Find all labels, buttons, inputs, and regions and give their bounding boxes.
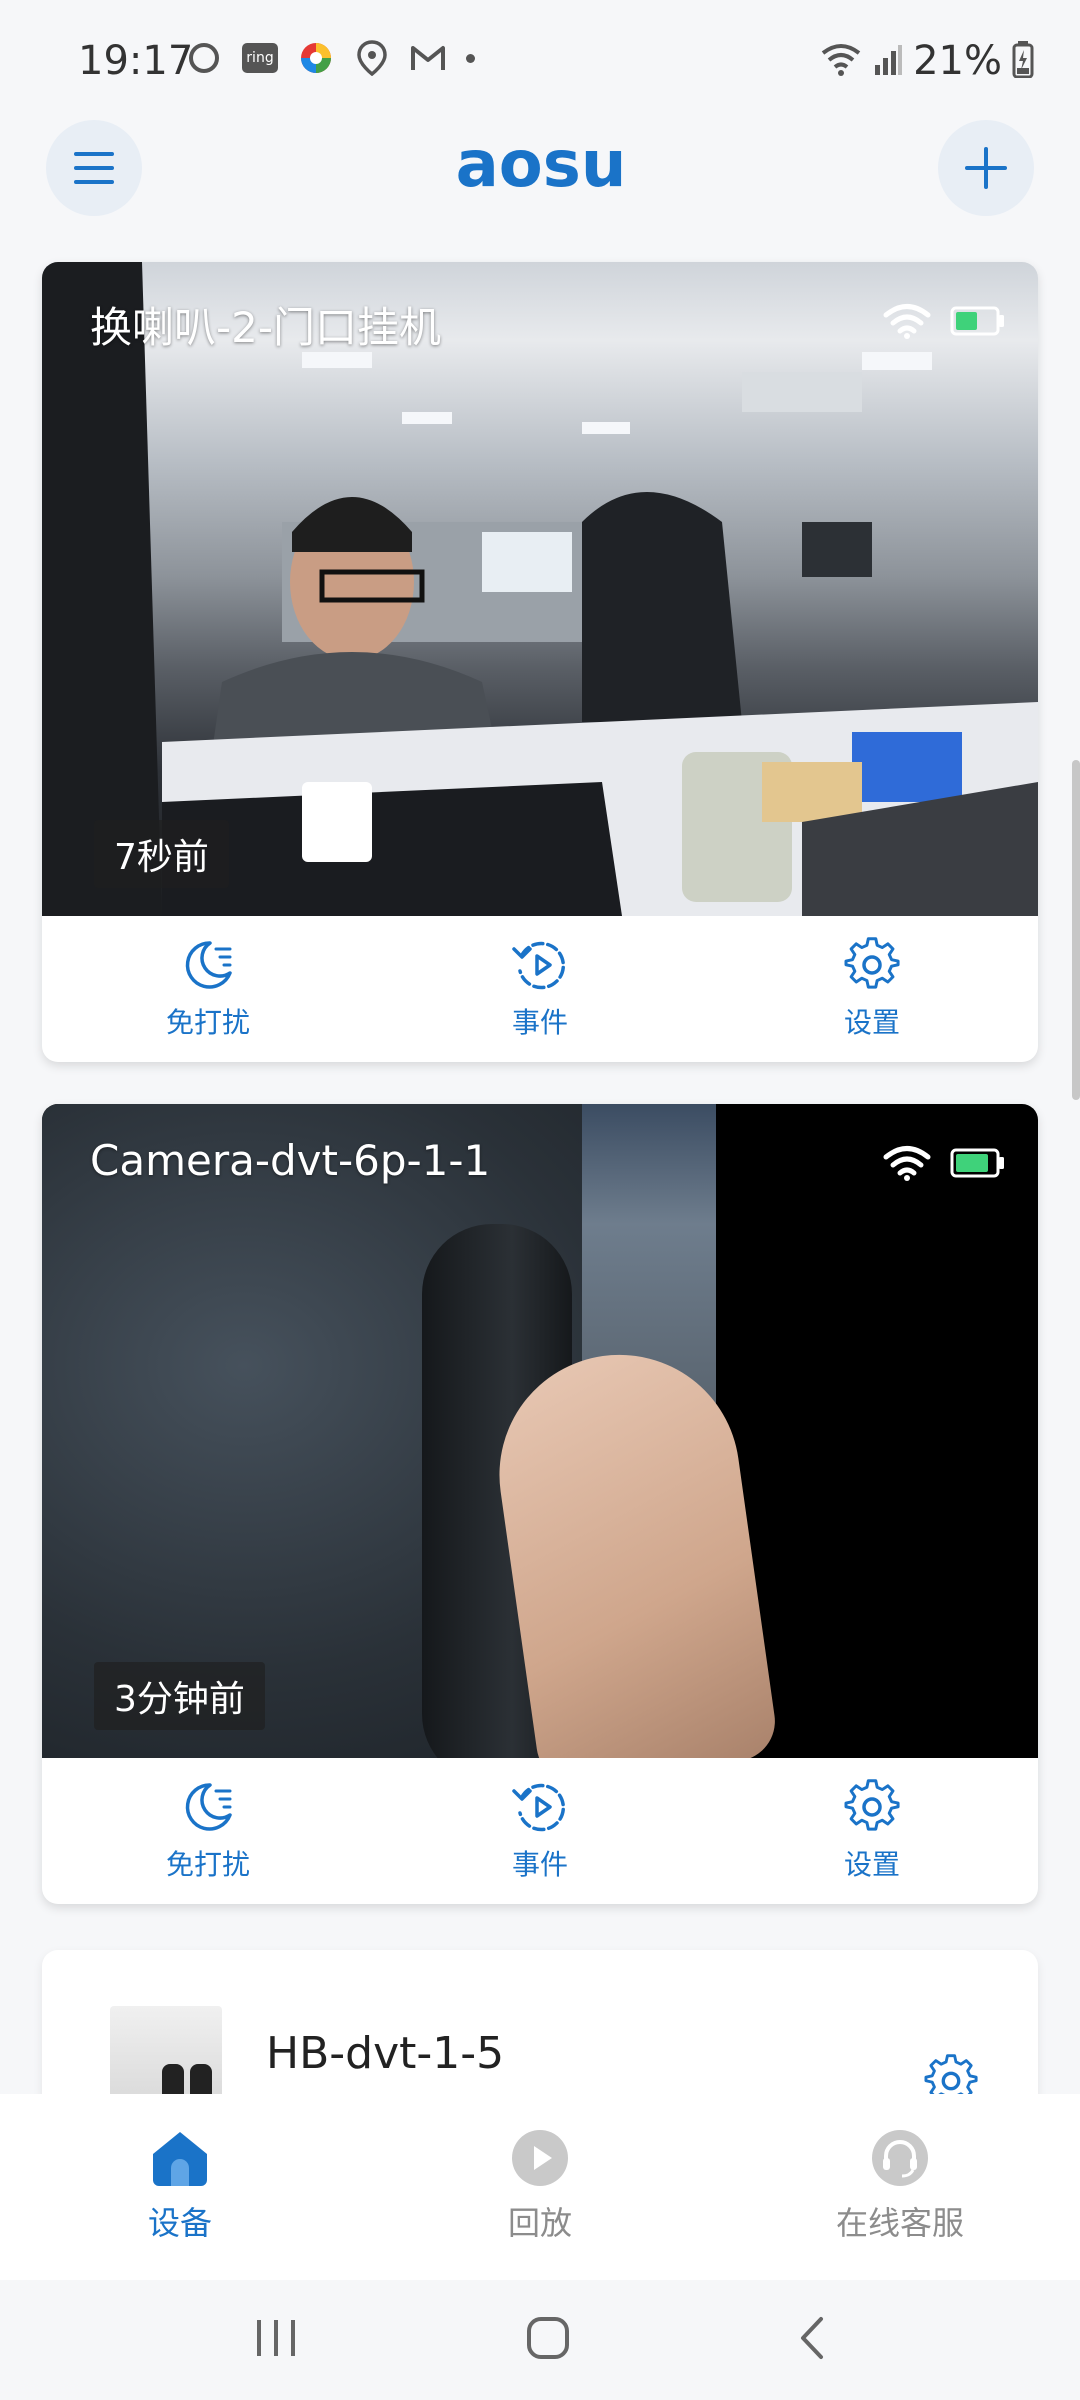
camera-card: 换喇叭-2-门口挂机 7秒前 免打扰 事件 设置 [42, 262, 1038, 1062]
nav-support-tab[interactable]: 在线客服 [720, 2094, 1080, 2280]
do-not-disturb-button[interactable]: 免打扰 [42, 1758, 374, 1904]
action-label: 免打扰 [165, 1848, 250, 1881]
moon-icon [185, 1783, 232, 1831]
status-bar: 19:17 ring 21% [0, 0, 1080, 110]
plus-icon [965, 147, 1007, 189]
moon-icon [185, 941, 232, 989]
do-not-disturb-button[interactable]: 免打扰 [42, 916, 374, 1062]
more-notifications-dot [466, 53, 475, 63]
headset-icon [872, 2130, 928, 2186]
nav-label: 回放 [507, 2204, 572, 2242]
nav-playback-tab[interactable]: 回放 [360, 2094, 720, 2280]
circle-app-icon [186, 40, 222, 76]
play-icon [512, 2130, 568, 2186]
gmail-icon [410, 40, 446, 76]
camera-battery-icon [950, 1148, 1004, 1178]
camera-name: Camera-dvt-6p-1-1 [90, 1136, 491, 1185]
action-label: 设置 [843, 1006, 900, 1039]
camera-name: 换喇叭-2-门口挂机 [90, 303, 442, 352]
back-button[interactable] [797, 2315, 827, 2365]
camera-status-icons [882, 1144, 1006, 1182]
camera-status-icons [882, 302, 1006, 340]
camera-preview[interactable]: 换喇叭-2-门口挂机 7秒前 [42, 262, 1038, 916]
scrollbar[interactable] [1072, 760, 1080, 1100]
events-button[interactable]: 事件 [374, 916, 706, 1062]
battery-charging-icon [1012, 40, 1034, 82]
screen: 19:17 ring 21% aosu 换喇叭-2-门口挂机 7秒前 免打扰 事… [0, 0, 1080, 2400]
wifi-icon [883, 304, 931, 339]
ring-app-icon: ring [242, 43, 278, 73]
hamburger-icon [74, 152, 114, 184]
event-playback-icon [512, 941, 566, 990]
action-label: 免打扰 [165, 1006, 250, 1039]
system-navigation-bar [0, 2280, 1080, 2400]
back-arrow-icon [801, 2317, 823, 2359]
battery-percent: 21% [913, 38, 1002, 84]
settings-button[interactable]: 设置 [706, 916, 1038, 1062]
signal-icon [873, 43, 903, 79]
hub-name: HB-dvt-1-5 [266, 2028, 505, 2079]
app-header: aosu [0, 110, 1080, 260]
bottom-navigation: 设备 回放 在线客服 [0, 2094, 1080, 2280]
location-pin-icon [354, 40, 390, 76]
nav-label: 设备 [147, 2204, 212, 2242]
office-scene-image [42, 262, 1038, 916]
wifi-status-icon [819, 41, 863, 81]
action-label: 事件 [511, 1848, 568, 1881]
nav-devices-tab[interactable]: 设备 [0, 2094, 360, 2280]
gear-icon [844, 937, 900, 989]
add-device-button[interactable] [938, 120, 1034, 216]
settings-button[interactable]: 设置 [706, 1758, 1038, 1904]
home-button[interactable] [525, 2315, 571, 2365]
action-label: 设置 [843, 1848, 900, 1881]
camera-battery-icon [950, 306, 1004, 336]
recent-apps-button[interactable] [253, 2318, 299, 2362]
home-circle-icon [527, 2317, 569, 2359]
events-button[interactable]: 事件 [374, 1758, 706, 1904]
last-snapshot-time: 3分钟前 [94, 1662, 265, 1730]
logo-text: aosu [456, 130, 627, 200]
hub-card[interactable]: HB-dvt-1-5 [42, 1950, 1038, 2110]
camera-action-bar: 免打扰 事件 设置 [42, 1758, 1038, 1904]
aosu-logo: aosu [456, 130, 627, 200]
wifi-icon [883, 1146, 931, 1181]
photos-app-icon [298, 40, 334, 76]
status-system-icons: 21% [819, 38, 1034, 84]
gear-icon [844, 1779, 900, 1831]
camera-action-bar: 免打扰 事件 设置 [42, 916, 1038, 1062]
recent-apps-icon [257, 2320, 295, 2356]
action-label: 事件 [511, 1006, 568, 1039]
event-playback-icon [512, 1783, 566, 1832]
hand-image [483, 1339, 781, 1758]
home-icon [153, 2132, 207, 2186]
camera-card: Camera-dvt-6p-1-1 3分钟前 免打扰 事件 设置 [42, 1104, 1038, 1904]
status-time: 19:17 [78, 38, 194, 84]
nav-label: 在线客服 [835, 2204, 964, 2242]
last-snapshot-time: 7秒前 [94, 820, 229, 888]
menu-button[interactable] [46, 120, 142, 216]
status-notification-icons: ring [186, 40, 475, 76]
camera-preview[interactable]: Camera-dvt-6p-1-1 3分钟前 [42, 1104, 1038, 1758]
